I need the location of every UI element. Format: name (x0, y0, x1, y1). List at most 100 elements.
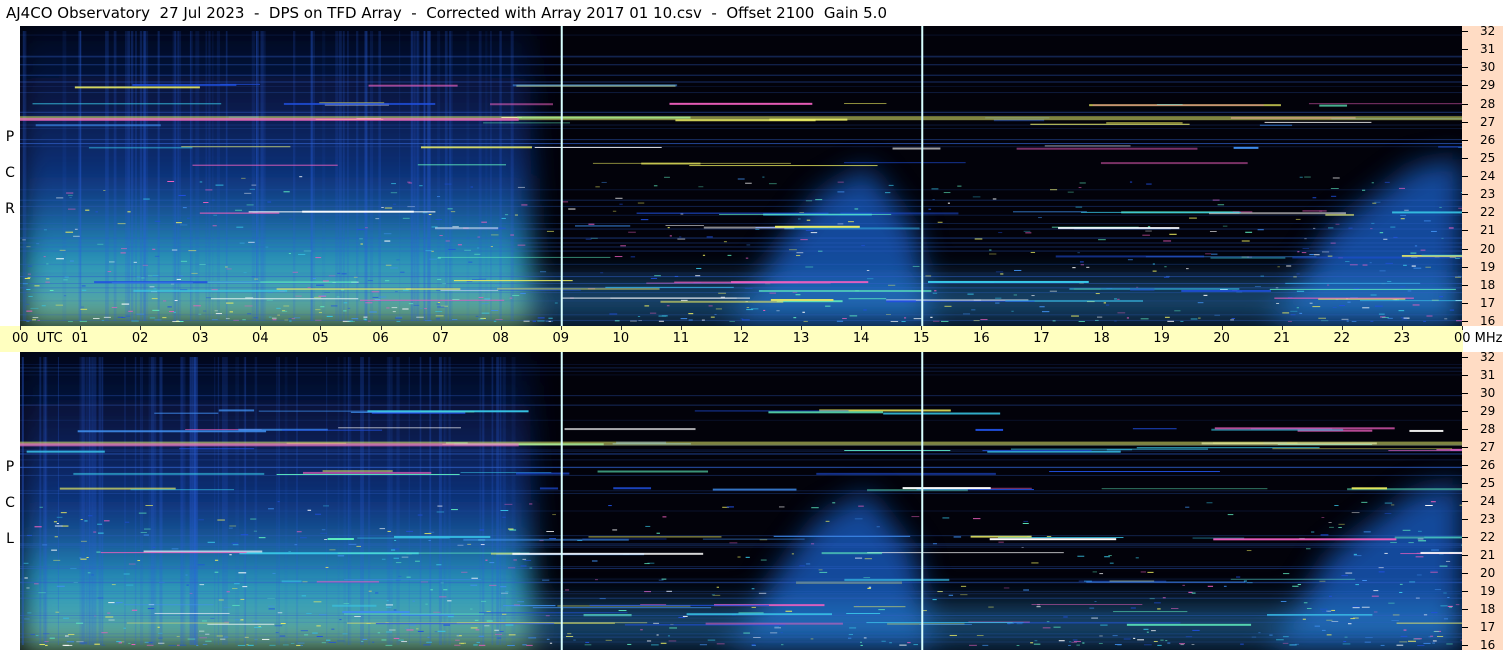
noise-speck (428, 540, 431, 542)
night-streak (79, 31, 82, 321)
noise-speck (236, 226, 244, 228)
noise-speck (706, 236, 713, 238)
night-streak (178, 31, 182, 321)
interference-band (1214, 427, 1395, 430)
noise-speck (299, 176, 303, 178)
night-streak (251, 31, 255, 321)
interference-band (564, 428, 696, 431)
noise-speck (1351, 512, 1360, 514)
noise-speck (1071, 315, 1079, 317)
noise-speck (751, 643, 756, 645)
noise-speck (447, 600, 452, 602)
noise-speck (288, 318, 293, 320)
noise-speck (1189, 217, 1197, 219)
noise-speck (911, 516, 920, 518)
noise-speck (66, 192, 74, 194)
noise-speck (109, 261, 115, 263)
noise-speck (472, 279, 480, 281)
noise-speck (68, 320, 73, 322)
noise-speck (1137, 639, 1145, 641)
noise-speck (837, 181, 844, 183)
noise-speck (1049, 290, 1057, 292)
night-streak (438, 357, 442, 645)
noise-speck (69, 260, 74, 262)
interference-band (775, 225, 860, 228)
utc-tick (320, 326, 322, 330)
interference-band (1264, 121, 1372, 123)
noise-speck (214, 310, 218, 312)
noise-speck (1180, 644, 1184, 646)
noise-speck (360, 243, 363, 245)
noise-speck (80, 308, 88, 310)
night-streak (189, 357, 192, 645)
noise-speck (1326, 619, 1333, 621)
noise-speck (1277, 266, 1280, 268)
noise-speck (653, 622, 660, 624)
noise-speck (1142, 234, 1150, 236)
noise-speck (1374, 305, 1383, 307)
noise-speck (217, 519, 225, 521)
noise-speck (475, 315, 479, 317)
faint-line (20, 127, 1462, 129)
noise-speck (1378, 571, 1385, 573)
noise-speck (789, 249, 797, 251)
noise-speck (457, 244, 462, 246)
noise-speck (251, 184, 257, 186)
noise-speck (131, 609, 138, 611)
noise-speck (283, 191, 290, 193)
utc-marker-line (560, 352, 563, 650)
noise-speck (1303, 602, 1308, 604)
noise-speck (235, 209, 243, 211)
interference-band (327, 538, 354, 541)
noise-speck (1078, 320, 1085, 322)
noise-speck (339, 619, 342, 621)
noise-speck (412, 600, 415, 602)
noise-speck (318, 295, 327, 297)
interference-band (588, 536, 722, 538)
noise-speck (608, 505, 612, 507)
noise-speck (456, 634, 460, 636)
noise-speck (145, 505, 153, 507)
noise-speck (855, 605, 860, 607)
utc-time-axis: 00 UTC 01 02 03 04 05 06 07 08 09 10 11 12 13 14 15 16 17… (0, 326, 1503, 352)
noise-speck (1063, 616, 1068, 618)
night-streak (148, 357, 151, 645)
interference-band (124, 604, 214, 606)
noise-speck (454, 644, 461, 646)
noise-speck (214, 571, 219, 573)
noise-speck (810, 232, 818, 234)
noise-speck (179, 224, 188, 226)
noise-speck (406, 629, 414, 631)
night-streak (101, 357, 104, 645)
noise-speck (34, 583, 39, 585)
interference-band (636, 212, 829, 214)
utc-tick (1341, 326, 1343, 330)
noise-speck (1347, 623, 1352, 625)
noise-speck (982, 644, 989, 646)
noise-speck (529, 503, 533, 505)
noise-speck (313, 601, 322, 603)
noise-speck (774, 626, 780, 628)
noise-speck (98, 532, 104, 534)
noise-speck (424, 308, 427, 310)
noise-speck (876, 526, 880, 528)
mhz-tick-label: 22 (1480, 530, 1496, 544)
noise-speck (229, 311, 233, 313)
noise-speck (203, 310, 207, 312)
mhz-tick (1462, 284, 1468, 286)
noise-speck (797, 218, 801, 220)
noise-speck (630, 256, 636, 258)
noise-speck (395, 562, 402, 564)
noise-speck (517, 244, 526, 246)
night-streak (510, 31, 514, 321)
noise-speck (1339, 305, 1345, 307)
noise-speck (1276, 639, 1284, 641)
noise-speck (868, 586, 872, 588)
noise-speck (1415, 556, 1424, 558)
noise-speck (932, 599, 937, 601)
noise-speck (601, 181, 607, 183)
noise-speck (149, 317, 156, 319)
night-streak (335, 31, 339, 321)
noise-speck (656, 532, 660, 534)
noise-speck (234, 619, 242, 621)
